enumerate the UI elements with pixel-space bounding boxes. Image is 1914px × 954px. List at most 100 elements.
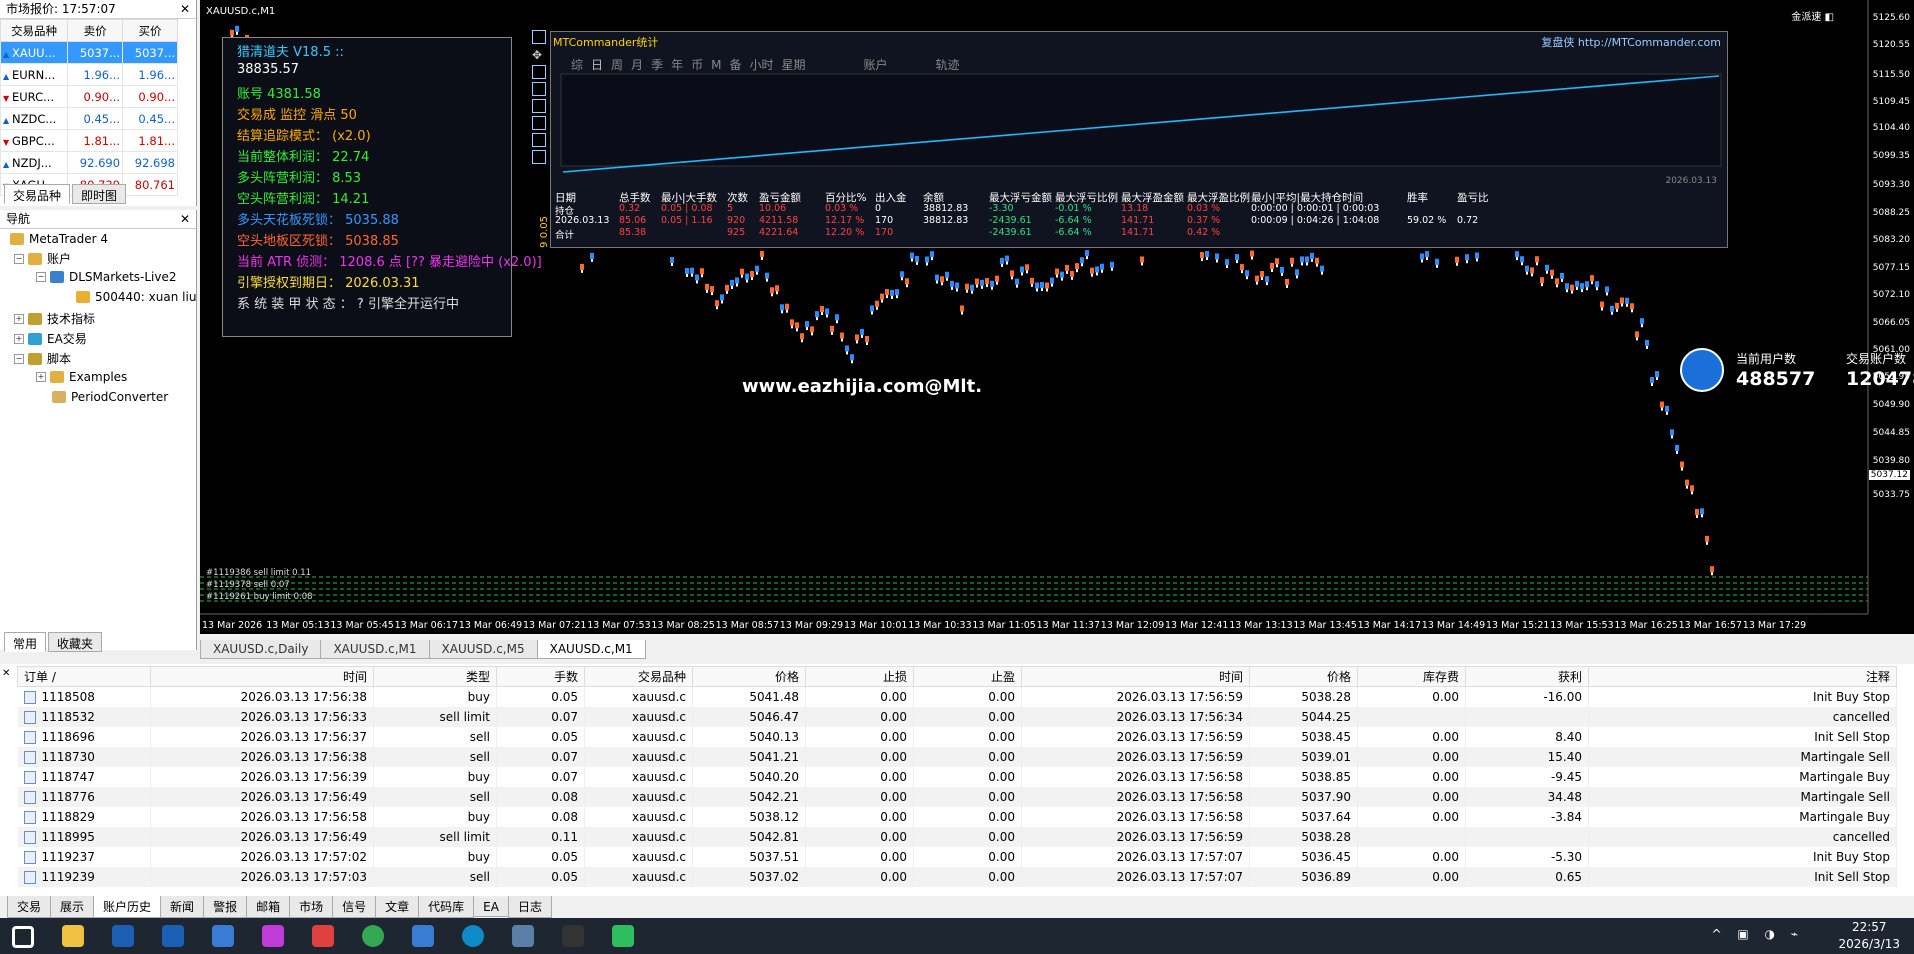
tab-symbols[interactable]: 交易品种	[4, 184, 71, 204]
chart-tool-icon[interactable]	[532, 150, 546, 164]
market-watch-row[interactable]: ▲ NZDC... 0.45... 0.45...	[0, 107, 178, 130]
nav-account[interactable]: 500440: xuan liu	[76, 290, 196, 304]
wechat-icon[interactable]	[612, 925, 634, 947]
tab-chart[interactable]: XAUUSD.c,M1	[320, 640, 430, 659]
nav-server[interactable]: − DLSMarkets-Live2	[36, 270, 177, 284]
tab-chart[interactable]: XAUUSD.c,Daily	[200, 640, 322, 659]
qq-icon[interactable]	[562, 925, 584, 947]
market-watch-row[interactable]: ▼ EURC... 0.90... 0.90...	[0, 85, 178, 108]
terminal-tab[interactable]: 展示	[50, 896, 95, 918]
nav-examples[interactable]: + Examples	[36, 370, 127, 384]
col-header[interactable]: 止盈	[913, 666, 1022, 687]
col-header[interactable]: 价格	[692, 666, 806, 687]
chart-tool-icon[interactable]	[532, 116, 546, 130]
tab-common[interactable]: 常用	[4, 632, 47, 652]
col-header[interactable]: 时间	[1021, 666, 1250, 687]
close-icon[interactable]: ✕	[180, 210, 190, 228]
nav-scripts[interactable]: − 脚本	[14, 350, 71, 367]
collapse-icon[interactable]: −	[14, 253, 24, 264]
stats-cell: -2439.61	[989, 227, 1032, 238]
close-icon[interactable]: ✕	[2, 668, 10, 679]
move-icon[interactable]: ✥	[532, 48, 546, 62]
col-header[interactable]: 库存费	[1357, 666, 1466, 687]
terminal-tab[interactable]: 日志	[507, 896, 552, 918]
table-row[interactable]: 1118730 2026.03.13 17:56:38 sell 0.07 xauusd…	[17, 747, 1897, 767]
blue-badge-icon	[1680, 348, 1724, 392]
chart-tool-icon[interactable]	[532, 65, 546, 79]
candle-marker	[825, 308, 829, 315]
edge-icon[interactable]	[462, 925, 484, 947]
expand-icon[interactable]: +	[14, 313, 24, 324]
chart-tool-icon[interactable]	[532, 133, 546, 147]
minimize-icon[interactable]	[532, 30, 546, 44]
table-row[interactable]: 1118829 2026.03.13 17:56:58 buy 0.08 xauusd.…	[17, 807, 1897, 827]
windows-start-icon[interactable]	[12, 926, 34, 948]
close-icon[interactable]: ✕	[180, 0, 190, 18]
nav-root[interactable]: MetaTrader 4	[10, 232, 108, 246]
chrome-icon[interactable]	[362, 925, 384, 947]
nav-periodconverter[interactable]: PeriodConverter	[52, 390, 168, 404]
table-row[interactable]: 1118508 2026.03.13 17:56:38 buy 0.05 xauusd.…	[17, 686, 1897, 707]
terminal-tab[interactable]: 代码库	[418, 896, 475, 918]
app-icon[interactable]	[412, 925, 434, 947]
col-header[interactable]: 买价	[122, 19, 178, 42]
app-icon[interactable]	[512, 925, 534, 947]
market-watch-row[interactable]: ▲ NZDJ... 92.690 92.698	[0, 151, 178, 174]
table-row[interactable]: 1118532 2026.03.13 17:56:33 sell limit 0.07…	[17, 707, 1897, 727]
nav-accounts[interactable]: − 账户	[14, 250, 71, 267]
terminal-tab[interactable]: 账户历史	[93, 896, 162, 918]
col-header[interactable]: 手数	[496, 666, 585, 687]
candle-wick	[941, 282, 943, 286]
table-row[interactable]: 1118776 2026.03.13 17:56:49 sell 0.08 xauusd…	[17, 787, 1897, 807]
price-label: 5104.40	[1872, 123, 1910, 133]
col-header[interactable]: 时间	[150, 666, 374, 687]
table-row[interactable]: 1119239 2026.03.13 17:57:03 sell 0.05 xauusd…	[17, 867, 1897, 887]
table-row[interactable]: 1119237 2026.03.13 17:57:02 buy 0.05 xauusd.…	[17, 847, 1897, 867]
market-watch-row[interactable]: ▲ EURN... 1.96... 1.96...	[0, 63, 178, 86]
chart-tool-icon[interactable]	[532, 99, 546, 113]
app-icon[interactable]	[262, 925, 284, 947]
table-cell	[1465, 707, 1589, 727]
terminal-tab[interactable]: 市场	[289, 896, 334, 918]
terminal-tab[interactable]: EA	[473, 898, 509, 917]
terminal-tab[interactable]: 邮箱	[246, 896, 291, 918]
system-tray-icons[interactable]: ^ ▣ ◑ ⌁	[1711, 927, 1804, 941]
col-header[interactable]: 止损	[805, 666, 914, 687]
chart-tool-icon[interactable]	[532, 82, 546, 96]
terminal-tab[interactable]: 文章	[375, 896, 420, 918]
terminal-tab[interactable]: 新闻	[160, 896, 205, 918]
nav-experts[interactable]: + EA交易	[14, 330, 87, 347]
market-watch-row[interactable]: ▼ GBPC... 1.81... 1.81...	[0, 129, 178, 152]
col-header[interactable]: 订单 /	[17, 666, 151, 687]
table-row[interactable]: 1118747 2026.03.13 17:56:39 buy 0.07 xauusd.…	[17, 767, 1897, 787]
collapse-icon[interactable]: −	[14, 353, 24, 364]
metatrader-icon[interactable]	[162, 925, 184, 947]
expand-icon[interactable]: +	[14, 333, 24, 344]
app-icon[interactable]	[212, 925, 234, 947]
table-row[interactable]: 1118995 2026.03.13 17:56:49 sell limit 0.11…	[17, 827, 1897, 847]
tab-chart[interactable]: XAUUSD.c,M5	[428, 640, 538, 659]
col-header[interactable]: 价格	[1249, 666, 1358, 687]
terminal-tab[interactable]: 警报	[203, 896, 248, 918]
ec-icon[interactable]	[312, 925, 334, 947]
terminal-tab[interactable]: 信号	[332, 896, 377, 918]
terminal-tab[interactable]: 交易	[7, 896, 52, 918]
tab-chart-active[interactable]: XAUUSD.c,M1	[536, 640, 646, 659]
col-header[interactable]: 注释	[1588, 666, 1897, 687]
tab-tick-chart[interactable]: 即时图	[72, 184, 127, 204]
col-header[interactable]: 交易品种	[584, 666, 693, 687]
col-header[interactable]: 交易品种	[0, 19, 69, 42]
col-header[interactable]: 获利	[1465, 666, 1589, 687]
market-watch-row[interactable]: ▲ XAUU... 5037... 5037...	[0, 41, 178, 64]
expand-icon[interactable]: +	[36, 372, 46, 382]
nav-indicators[interactable]: + 技术指标	[14, 310, 95, 327]
collapse-icon[interactable]: −	[36, 272, 46, 282]
tab-favorites[interactable]: 收藏夹	[48, 632, 103, 652]
clock[interactable]: 22:57 2026/3/13	[1838, 919, 1900, 953]
col-header[interactable]: 卖价	[67, 19, 124, 42]
col-header[interactable]: 类型	[373, 666, 497, 687]
file-explorer-icon[interactable]	[62, 925, 84, 947]
price-chart[interactable]: XAUUSD.c,M1 金派速 ◧ 5125.60 5120.55 5115.50 5…	[200, 0, 1914, 634]
metatrader-icon[interactable]	[112, 925, 134, 947]
table-row[interactable]: 1118696 2026.03.13 17:56:37 sell 0.05 xauusd…	[17, 727, 1897, 747]
